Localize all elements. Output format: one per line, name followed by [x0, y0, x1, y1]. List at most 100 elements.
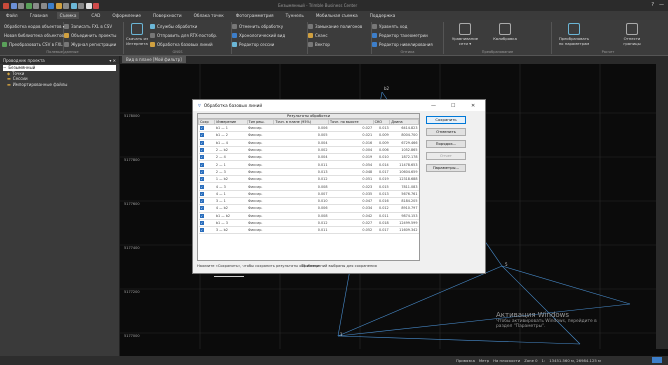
- undo-icon[interactable]: [33, 2, 39, 9]
- status-item[interactable]: Zone 0: [524, 358, 537, 363]
- save-checkbox[interactable]: ✓: [198, 124, 215, 133]
- menu-item-8[interactable]: Туннель: [286, 13, 304, 18]
- redo-icon[interactable]: [40, 2, 47, 9]
- feature-coding-button[interactable]: Обработка кодов объектов ▾: [2, 22, 65, 31]
- save-checkbox[interactable]: ✓: [198, 226, 215, 235]
- offset-boundaries-button[interactable]: Отнести границы: [618, 23, 646, 46]
- record-icon[interactable]: [93, 2, 99, 9]
- checkbox-icon[interactable]: ✓: [199, 169, 204, 174]
- save-checkbox[interactable]: ✓: [198, 175, 215, 184]
- nav-icon[interactable]: [652, 357, 662, 363]
- point-label-5[interactable]: 5: [505, 262, 508, 267]
- menu-item-2[interactable]: Съемка: [56, 12, 80, 19]
- session-editor-button[interactable]: Редактор сессии: [232, 40, 307, 49]
- convert-csv-button[interactable]: Преобразовать CSV в FXL: [2, 40, 63, 49]
- menu-item-0[interactable]: Файл: [6, 13, 18, 18]
- expand-icon[interactable]: −: [3, 65, 6, 70]
- undo-processing-button[interactable]: Отменить обработку: [232, 22, 307, 31]
- pin-icon[interactable]: ▾ ✕: [109, 58, 116, 63]
- table-row[interactable]: ✓ 2 — b2 Фиксир. 0.002 0.004 0.006 1052.865: [198, 146, 419, 155]
- status-item[interactable]: 13451.560 м, 26984.125 м: [549, 358, 601, 363]
- leveling-editor-button[interactable]: Редактор нивелирования: [372, 40, 443, 49]
- new-feature-library-button[interactable]: Новая библиотека объектов: [2, 31, 64, 40]
- parameters-button[interactable]: Параметры...: [426, 164, 466, 172]
- maximize-icon[interactable]: ☐: [451, 103, 455, 109]
- tab-plan-view[interactable]: Вид в плане [Мой фильтр]: [122, 56, 186, 63]
- checkbox-icon[interactable]: ✓: [199, 133, 204, 138]
- order-button[interactable]: Порядок...: [426, 140, 466, 148]
- point-label-1[interactable]: 1: [340, 332, 343, 337]
- layer-icon[interactable]: [78, 2, 84, 9]
- save-checkbox[interactable]: ✓: [198, 204, 215, 213]
- adjust-traverse-button[interactable]: Уравнять ход: [372, 22, 443, 31]
- checkbox-icon[interactable]: ✓: [199, 221, 204, 225]
- save-checkbox[interactable]: ✓: [198, 131, 215, 140]
- save-icon[interactable]: [25, 2, 32, 9]
- save-checkbox[interactable]: ✓: [198, 197, 215, 206]
- transform-by-params-button[interactable]: Преобразовать по параметрам: [556, 23, 592, 46]
- table-row[interactable]: ✓ b1 — 2 Фиксир. 0.005 0.021 0.009 8004.700: [198, 131, 419, 140]
- checkbox-icon[interactable]: ✓: [199, 228, 204, 233]
- filter-icon[interactable]: [85, 2, 92, 9]
- write-fxl-csv-button[interactable]: Записать FXL в CSV: [64, 22, 123, 31]
- table-row[interactable]: ✓ 3 — 1 Фиксир. 0.010 0.047 0.016 8184.205: [198, 197, 419, 206]
- menu-item-10[interactable]: Поддержка: [370, 13, 396, 18]
- view-icon[interactable]: [70, 2, 77, 9]
- menu-item-3[interactable]: CAD: [91, 13, 100, 18]
- menu-item-4[interactable]: Оформление: [112, 13, 141, 18]
- point-label-b2[interactable]: b2: [384, 86, 389, 91]
- table-row[interactable]: ✓ 2 — 1 Фиксир. 0.011 0.054 0.014 11478.653: [198, 160, 419, 169]
- save-button[interactable]: Сохранить: [426, 116, 466, 124]
- checkbox-icon[interactable]: ✓: [199, 162, 204, 167]
- checkbox-icon[interactable]: ✓: [199, 213, 204, 218]
- timeline-view-button[interactable]: Хронологический вид: [232, 31, 307, 40]
- save-checkbox[interactable]: ✓: [198, 153, 215, 162]
- save-checkbox[interactable]: ✓: [198, 160, 215, 169]
- vector-button[interactable]: Вектор: [308, 40, 371, 49]
- checkbox-icon[interactable]: ✓: [199, 206, 204, 211]
- import-icon[interactable]: [48, 2, 54, 9]
- menu-item-5[interactable]: Поверхности: [153, 13, 182, 18]
- table-row[interactable]: ✓ b1 — 1 Фиксир. 0.006 0.027 0.013 6414.823: [198, 124, 419, 133]
- tree-item-imported-files[interactable]: ▬ Импортированные файлы: [3, 82, 116, 88]
- minimize-icon[interactable]: —: [659, 2, 664, 8]
- process-baselines-button[interactable]: Обработка базовых линий: [150, 40, 217, 49]
- session-button[interactable]: Сеанс: [308, 31, 371, 40]
- table-row[interactable]: ✓ b1 — 4 Фиксир. 0.004 0.016 0.009 6729.466: [198, 139, 419, 147]
- log-button[interactable]: Журнал регистрации: [64, 40, 123, 49]
- menu-item-6[interactable]: Облака точек: [194, 13, 224, 18]
- save-checkbox[interactable]: ✓: [198, 190, 215, 198]
- help-icon[interactable]: ?: [651, 2, 654, 8]
- checkbox-icon[interactable]: ✓: [199, 126, 204, 131]
- table-row[interactable]: ✓ 2 — 4 Фиксир. 0.004 0.019 0.010 1872.178: [198, 153, 419, 162]
- processing-services-button[interactable]: Службы обработки: [150, 22, 217, 31]
- checkbox-icon[interactable]: ✓: [199, 199, 204, 204]
- open-icon[interactable]: [18, 2, 24, 9]
- save-checkbox[interactable]: ✓: [198, 182, 215, 191]
- checkbox-icon[interactable]: ✓: [199, 155, 204, 160]
- checkbox-icon[interactable]: ✓: [199, 184, 204, 189]
- table-row[interactable]: ✓ 2 — 3 Фиксир. 0.013 0.048 0.017 10604.659: [198, 168, 419, 177]
- calibration-button[interactable]: Калибровка: [490, 23, 520, 42]
- download-internet-button[interactable]: Скачать из Интернета: [126, 23, 148, 46]
- status-item[interactable]: Метр: [479, 358, 489, 363]
- menu-item-9[interactable]: Мобильная съемка: [316, 13, 358, 18]
- save-checkbox[interactable]: ✓: [198, 168, 215, 177]
- save-checkbox[interactable]: ✓: [198, 139, 215, 147]
- total-station-editor-button[interactable]: Редактор тахеометрии: [372, 31, 443, 40]
- new-icon[interactable]: [10, 2, 17, 9]
- table-row[interactable]: ✓ b1 — b2 Фиксир. 0.008 0.042 0.011 9874.153: [198, 212, 419, 220]
- vertical-toolbar[interactable]: [656, 64, 668, 349]
- table-row[interactable]: ✓ 4 — b2 Фиксир. 0.006 0.034 0.012 8910.797: [198, 204, 419, 213]
- save-checkbox[interactable]: ✓: [198, 212, 215, 220]
- save-checkbox[interactable]: ✓: [198, 219, 215, 228]
- status-item[interactable]: Привязка: [456, 358, 475, 363]
- checkbox-icon[interactable]: ✓: [199, 148, 204, 153]
- status-item[interactable]: На плоскости: [493, 358, 520, 363]
- menu-item-1[interactable]: Главная: [30, 13, 48, 18]
- rtx-postprocess-button[interactable]: Отправить для RTX-постобр.: [150, 31, 217, 40]
- minimize-icon[interactable]: —: [431, 103, 436, 109]
- checkbox-icon[interactable]: ✓: [199, 191, 204, 196]
- menu-item-7[interactable]: Фотограмметрия: [236, 13, 274, 18]
- checkbox-icon[interactable]: ✓: [199, 177, 204, 182]
